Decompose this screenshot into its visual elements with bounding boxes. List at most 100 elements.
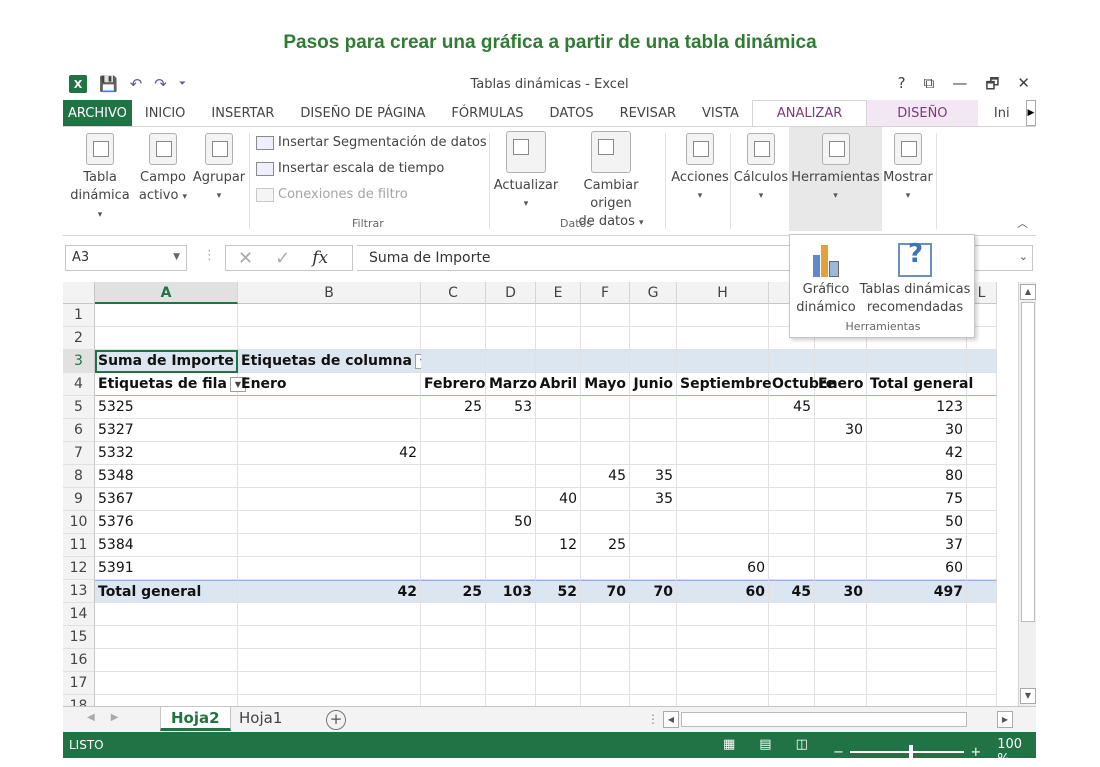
pivot-value[interactable] xyxy=(421,465,486,488)
worksheet-grid[interactable]: ABCDEFGHIJKL123Suma de ImporteEtiquetas … xyxy=(63,282,1018,706)
pivot-value[interactable] xyxy=(486,488,536,511)
tab-diseno[interactable]: DISEÑO xyxy=(867,100,978,126)
pivot-value[interactable]: 53 xyxy=(486,396,536,419)
minimize-icon[interactable]: — xyxy=(952,74,967,99)
grid-cell[interactable] xyxy=(677,304,769,327)
grafico-dinamico-button[interactable]: Gráfico dinámico xyxy=(794,243,858,317)
acciones-button[interactable]: Acciones ▾ xyxy=(668,133,732,205)
grid-cell[interactable] xyxy=(967,488,997,511)
pivot-total-value[interactable]: 52 xyxy=(536,580,581,603)
column-header[interactable]: D xyxy=(486,282,536,304)
grid-cell[interactable] xyxy=(677,327,769,350)
grid-cell[interactable] xyxy=(967,580,997,603)
grid-cell[interactable] xyxy=(421,626,486,649)
grid-cell[interactable] xyxy=(486,626,536,649)
pivot-value[interactable] xyxy=(581,442,630,465)
grid-cell[interactable] xyxy=(486,672,536,695)
grid-cell[interactable] xyxy=(867,672,967,695)
grid-cell[interactable] xyxy=(967,557,997,580)
tab-datos[interactable]: DATOS xyxy=(537,100,607,126)
pivot-value[interactable] xyxy=(581,419,630,442)
pivot-value[interactable] xyxy=(536,511,581,534)
grid-cell[interactable] xyxy=(967,511,997,534)
grid-cell[interactable] xyxy=(536,327,581,350)
grid-cell[interactable] xyxy=(486,350,536,373)
row-number[interactable]: 16 xyxy=(63,649,95,672)
grid-cell[interactable] xyxy=(630,304,677,327)
sheet-next-icon[interactable]: ▶ xyxy=(111,712,119,723)
tab-archivo[interactable]: ARCHIVO xyxy=(63,100,132,126)
grid-cell[interactable] xyxy=(95,626,238,649)
grid-cell[interactable] xyxy=(95,649,238,672)
grid-cell[interactable] xyxy=(536,304,581,327)
pivot-value[interactable] xyxy=(630,442,677,465)
pivot-value[interactable]: 45 xyxy=(769,396,815,419)
pivot-value[interactable]: 123 xyxy=(867,396,967,419)
grid-cell[interactable] xyxy=(967,626,997,649)
column-header[interactable]: A xyxy=(95,282,238,304)
vertical-scrollbar[interactable]: ▲ ▼ xyxy=(1018,282,1036,706)
pivot-value[interactable] xyxy=(486,465,536,488)
ribbon-display-icon[interactable]: ⧉ xyxy=(924,74,935,99)
grid-cell[interactable] xyxy=(677,649,769,672)
collapse-ribbon-icon[interactable]: ︿ xyxy=(1017,215,1028,231)
pivot-value[interactable] xyxy=(486,557,536,580)
tab-inicio[interactable]: INICIO xyxy=(132,100,199,126)
pivot-value[interactable]: 80 xyxy=(867,465,967,488)
row-number[interactable]: 3 xyxy=(63,350,95,373)
row-number[interactable]: 5 xyxy=(63,396,95,419)
grid-cell[interactable] xyxy=(967,396,997,419)
row-number[interactable]: 6 xyxy=(63,419,95,442)
grid-cell[interactable] xyxy=(769,695,815,706)
grid-cell[interactable] xyxy=(486,603,536,626)
grid-cell[interactable] xyxy=(421,695,486,706)
pivot-value[interactable] xyxy=(769,557,815,580)
pivot-value[interactable] xyxy=(421,442,486,465)
pivot-value[interactable] xyxy=(815,465,867,488)
grid-cell[interactable] xyxy=(95,695,238,706)
pivot-column-header[interactable]: Octubre xyxy=(769,373,835,396)
actualizar-button[interactable]: Actualizar ▾ xyxy=(493,131,559,213)
grid-cell[interactable] xyxy=(630,327,677,350)
pivot-value[interactable]: 75 xyxy=(867,488,967,511)
grid-cell[interactable] xyxy=(967,534,997,557)
pivot-total-value[interactable]: 25 xyxy=(421,580,486,603)
tab-revisar[interactable]: REVISAR xyxy=(607,100,689,126)
help-icon[interactable]: ? xyxy=(898,74,906,99)
grid-cell[interactable] xyxy=(581,327,630,350)
pivot-value[interactable] xyxy=(238,396,421,419)
tab-analizar[interactable]: ANALIZAR xyxy=(751,100,868,126)
grid-cell[interactable] xyxy=(536,626,581,649)
pivot-value[interactable] xyxy=(536,557,581,580)
pivot-total-value[interactable]: 70 xyxy=(581,580,630,603)
grid-cell[interactable] xyxy=(967,465,997,488)
conexiones-filtro-button[interactable]: Conexiones de filtro xyxy=(256,187,408,202)
row-number[interactable]: 17 xyxy=(63,672,95,695)
grid-cell[interactable] xyxy=(536,672,581,695)
pivot-value[interactable] xyxy=(815,534,867,557)
grid-cell[interactable] xyxy=(867,649,967,672)
pivot-column-header[interactable]: Septiembre xyxy=(677,373,772,396)
pivot-column-labels[interactable]: Etiquetas de columna▼ xyxy=(238,350,431,373)
pivot-value[interactable] xyxy=(421,557,486,580)
pivot-row-label[interactable]: 5376 xyxy=(95,511,238,534)
grid-cell[interactable] xyxy=(677,626,769,649)
row-number[interactable]: 10 xyxy=(63,511,95,534)
pivot-value[interactable] xyxy=(536,419,581,442)
pivot-total-value[interactable]: 42 xyxy=(238,580,421,603)
pivot-value[interactable]: 37 xyxy=(867,534,967,557)
pivot-value[interactable] xyxy=(769,442,815,465)
grid-cell[interactable] xyxy=(238,649,421,672)
pivot-value[interactable]: 40 xyxy=(536,488,581,511)
pivot-value[interactable] xyxy=(238,511,421,534)
grid-cell[interactable] xyxy=(238,304,421,327)
pivot-row-label[interactable]: 5367 xyxy=(95,488,238,511)
grid-cell[interactable] xyxy=(581,672,630,695)
zoom-slider[interactable] xyxy=(849,745,965,759)
column-header[interactable]: E xyxy=(536,282,581,304)
pivot-row-label[interactable]: 5391 xyxy=(95,557,238,580)
grid-cell[interactable] xyxy=(769,672,815,695)
grid-cell[interactable] xyxy=(581,304,630,327)
grid-cell[interactable] xyxy=(238,626,421,649)
pivot-value[interactable] xyxy=(421,534,486,557)
